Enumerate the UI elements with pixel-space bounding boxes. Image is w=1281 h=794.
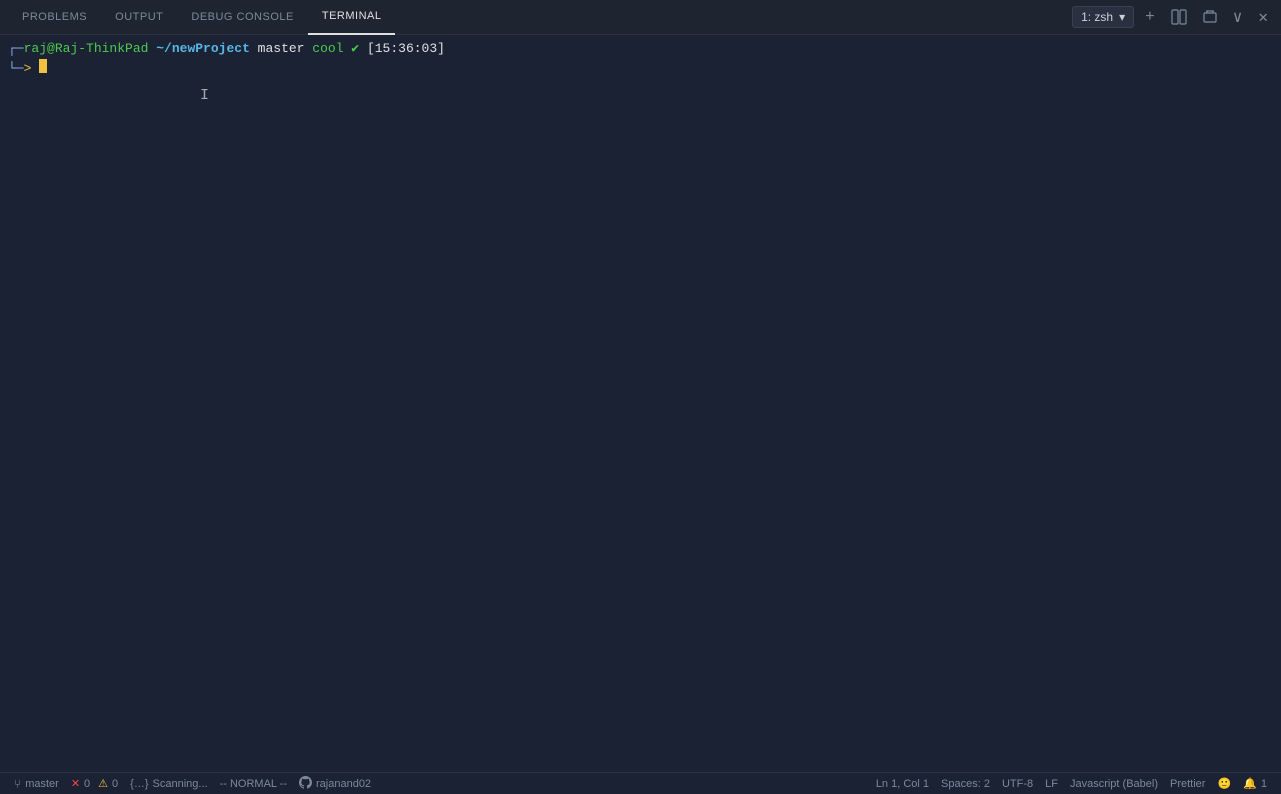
status-cursor-position[interactable]: Ln 1, Col 1 xyxy=(870,778,935,790)
bell-icon: 🔔 xyxy=(1243,777,1257,790)
close-panel-button[interactable]: ✕ xyxy=(1253,5,1273,29)
tab-bar: PROBLEMS OUTPUT DEBUG CONSOLE TERMINAL 1… xyxy=(0,0,1281,35)
status-spaces[interactable]: Spaces: 2 xyxy=(935,778,996,790)
delete-terminal-button[interactable] xyxy=(1198,8,1222,26)
tab-output[interactable]: OUTPUT xyxy=(101,0,177,35)
add-terminal-button[interactable]: + xyxy=(1140,6,1160,28)
chevron-down-icon: ▾ xyxy=(1119,10,1125,24)
terminal-cursor xyxy=(39,59,47,73)
prompt-arrow: > xyxy=(24,59,32,79)
error-count: 0 xyxy=(84,778,90,790)
mouse-cursor: I xyxy=(200,87,209,104)
prompt-cool: cool xyxy=(304,39,343,59)
tab-problems[interactable]: PROBLEMS xyxy=(8,0,101,35)
error-icon: ✕ xyxy=(71,777,80,790)
github-username: rajanand02 xyxy=(316,778,371,790)
status-formatter[interactable]: Prettier xyxy=(1164,778,1211,790)
tab-terminal[interactable]: TERMINAL xyxy=(308,0,396,35)
terminal-selector[interactable]: 1: zsh ▾ xyxy=(1072,6,1134,28)
collapse-panel-button[interactable]: ∨ xyxy=(1228,5,1248,29)
status-errors[interactable]: ✕ 0 ⚠ 0 xyxy=(65,773,124,794)
prompt-at: @ xyxy=(47,39,55,59)
scanning-label: Scanning... xyxy=(153,778,208,790)
status-branch-label: master xyxy=(25,778,59,790)
status-bar-right: Ln 1, Col 1 Spaces: 2 UTF-8 LF Javascrip… xyxy=(870,777,1273,790)
tab-bar-actions: 1: zsh ▾ + ∨ ✕ xyxy=(1072,5,1273,29)
terminal-area[interactable]: ┌─raj@Raj-ThinkPad ~/newProject master c… xyxy=(0,35,1281,772)
tab-debug-console[interactable]: DEBUG CONSOLE xyxy=(177,0,307,35)
status-github[interactable]: rajanand02 xyxy=(293,773,377,794)
notification-count: 1 xyxy=(1261,778,1267,790)
terminal-selector-label: 1: zsh xyxy=(1081,10,1113,24)
status-git-branch[interactable]: ⑂ master xyxy=(8,773,65,794)
terminal-prompt-line: ┌─raj@Raj-ThinkPad ~/newProject master c… xyxy=(8,39,1273,59)
split-terminal-button[interactable] xyxy=(1166,7,1192,27)
scanning-icon: {…} xyxy=(130,778,148,790)
prompt-host: Raj-ThinkPad xyxy=(55,39,149,59)
github-icon xyxy=(299,776,312,792)
terminal-input-line[interactable]: └─> xyxy=(8,59,1273,79)
status-bar: ⑂ master ✕ 0 ⚠ 0 {…} Scanning... -- NORM… xyxy=(0,772,1281,794)
prompt-checkmark: ✔ xyxy=(344,39,360,59)
status-language[interactable]: Javascript (Babel) xyxy=(1064,778,1164,790)
warning-count: 0 xyxy=(112,778,118,790)
status-encoding[interactable]: UTF-8 xyxy=(996,778,1039,790)
status-scanning[interactable]: {…} Scanning... xyxy=(124,773,213,794)
git-branch-icon: ⑂ xyxy=(14,777,21,791)
prompt-arrow-line: └─ xyxy=(8,59,24,79)
emoji-icon: 🙂 xyxy=(1217,777,1231,790)
prompt-bracket-open: ┌─ xyxy=(8,39,24,59)
vim-mode-label: -- NORMAL -- xyxy=(220,778,287,790)
warning-icon: ⚠ xyxy=(98,777,108,790)
status-emoji[interactable]: 🙂 xyxy=(1211,777,1237,790)
status-notifications[interactable]: 🔔 1 xyxy=(1237,777,1273,790)
status-vim-mode[interactable]: -- NORMAL -- xyxy=(214,773,293,794)
status-line-ending[interactable]: LF xyxy=(1039,778,1064,790)
prompt-path: ~/newProject xyxy=(148,39,249,59)
prompt-time: [15:36:03] xyxy=(359,39,445,59)
prompt-branch: master xyxy=(250,39,305,59)
prompt-user: raj xyxy=(24,39,47,59)
